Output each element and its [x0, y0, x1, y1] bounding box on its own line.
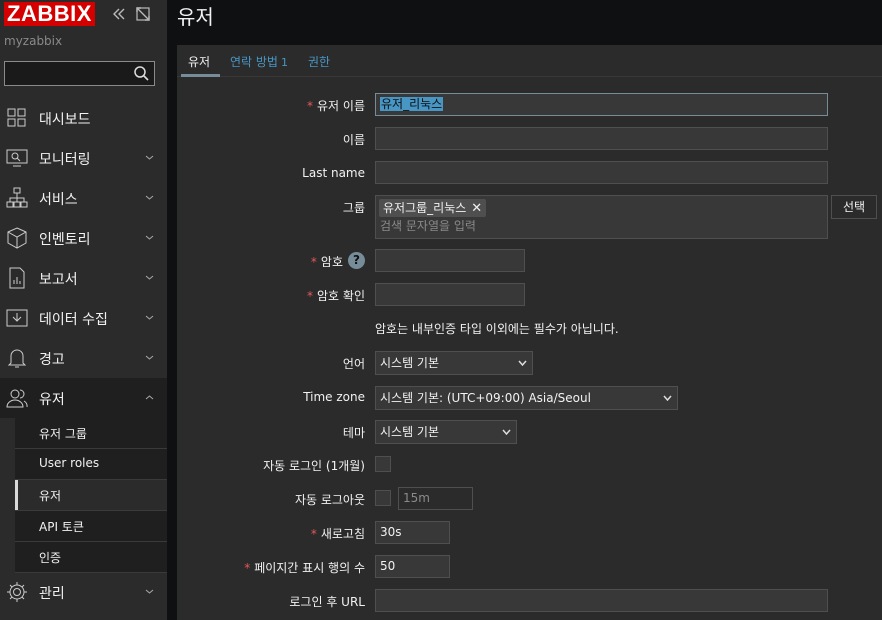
nav-label: 인벤토리	[39, 232, 91, 248]
name-label: 이름	[342, 133, 365, 147]
url-label: 로그인 후 URL	[289, 595, 365, 609]
password-input[interactable]	[375, 249, 525, 272]
theme-label: 테마	[342, 426, 365, 440]
nav-label: 보고서	[39, 272, 78, 288]
tab-user[interactable]: 유저	[188, 53, 210, 70]
submenu-user-groups[interactable]: 유저 그룹	[15, 418, 167, 449]
administration-icon	[7, 582, 27, 602]
user-form-panel: 유저 연락 방법 1 권한 * 유저 이름 유저_리눅스 이름 Last name …	[177, 45, 882, 620]
chevron-down-icon	[145, 235, 154, 240]
monitoring-icon	[6, 149, 28, 167]
groups-multiselect[interactable]: 유저그룹_리눅스 ✕ 검색 문자열을 입력	[375, 195, 828, 239]
password-label: * 암호	[310, 255, 343, 269]
nav-services[interactable]: 서비스	[0, 178, 167, 218]
nav-reports[interactable]: 보고서	[0, 258, 167, 298]
reports-icon	[9, 267, 25, 289]
chevron-down-icon	[145, 355, 154, 360]
nav-users[interactable]: 유저	[0, 378, 167, 418]
tab-permissions[interactable]: 권한	[308, 53, 330, 70]
language-select[interactable]: 시스템 기본	[375, 351, 533, 375]
chevron-down-icon	[145, 155, 154, 160]
users-submenu: 유저 그룹 User roles 유저 API 토큰 인증	[15, 418, 167, 573]
group-chip: 유저그룹_리눅스 ✕	[379, 199, 487, 217]
autologout-label: 자동 로그아웃	[294, 493, 365, 507]
lastname-input[interactable]	[375, 161, 828, 184]
language-label: 언어	[342, 357, 365, 371]
name-input[interactable]	[375, 127, 828, 150]
search-icon[interactable]	[133, 65, 150, 82]
after-login-url-input[interactable]	[375, 589, 828, 612]
chevron-down-icon	[663, 395, 672, 401]
autologin-checkbox[interactable]	[375, 456, 391, 472]
submenu-users[interactable]: 유저	[15, 480, 167, 511]
nav-label: 관리	[39, 586, 65, 602]
data-collection-icon	[6, 309, 28, 327]
collapse-sidebar-icon[interactable]	[111, 6, 127, 22]
alerts-icon	[7, 349, 27, 368]
chevron-down-icon	[145, 195, 154, 200]
nav-label: 대시보드	[39, 112, 91, 128]
server-name: myzabbix	[4, 34, 63, 48]
chevron-down-icon	[502, 429, 511, 435]
help-icon[interactable]: ?	[348, 252, 365, 269]
password-hint: 암호는 내부인증 타입 이외에는 필수가 아닙니다.	[375, 322, 619, 336]
username-label: * 유저 이름	[307, 99, 365, 113]
inventory-icon	[7, 227, 27, 249]
autologin-label: 자동 로그인 (1개월)	[263, 459, 365, 473]
rows-per-page-label: * 페이지간 표시 행의 수	[244, 561, 365, 575]
chevron-down-icon	[145, 589, 154, 594]
username-input[interactable]: 유저_리눅스	[375, 93, 828, 116]
users-icon	[6, 389, 28, 408]
timezone-label: Time zone	[303, 390, 365, 404]
autologout-input[interactable]: 15m	[398, 487, 473, 510]
select-groups-button[interactable]: 선택	[831, 195, 877, 219]
timezone-select[interactable]: 시스템 기본: (UTC+09:00) Asia/Seoul	[375, 386, 678, 410]
tab-media[interactable]: 연락 방법 1	[230, 53, 288, 70]
dashboard-icon	[7, 108, 26, 127]
zabbix-logo[interactable]: ZABBIX	[4, 2, 95, 26]
chevron-down-icon	[145, 315, 154, 320]
autologout-checkbox[interactable]	[375, 490, 391, 506]
nav-alerts[interactable]: 경고	[0, 338, 167, 378]
sidebar-search-input[interactable]	[4, 61, 155, 86]
groups-label: 그룹	[342, 201, 365, 215]
media-count-badge: 1	[280, 56, 288, 69]
chevron-down-icon	[518, 360, 527, 366]
refresh-label: * 새로고침	[310, 527, 365, 541]
active-tab-indicator	[181, 74, 220, 77]
nav-label: 서비스	[39, 192, 78, 208]
nav-label: 데이터 수집	[39, 312, 108, 328]
submenu-authentication[interactable]: 인증	[15, 542, 167, 573]
nav-data-collection[interactable]: 데이터 수집	[0, 298, 167, 338]
chevron-down-icon	[145, 275, 154, 280]
groups-search-input[interactable]: 검색 문자열을 입력	[380, 216, 476, 237]
lastname-label: Last name	[302, 166, 365, 180]
nav-label: 경고	[39, 352, 65, 368]
rows-per-page-input[interactable]: 50	[375, 555, 450, 578]
submenu-api-tokens[interactable]: API 토큰	[15, 511, 167, 542]
nav-label: 모니터링	[39, 152, 91, 168]
page-title: 유저	[177, 5, 214, 29]
sidebar: ZABBIX myzabbix 대시보드 모니터링 서비스 인벤토리 보고서 데…	[0, 0, 167, 620]
refresh-input[interactable]: 30s	[375, 521, 450, 544]
nav-monitoring[interactable]: 모니터링	[0, 138, 167, 178]
nav-inventory[interactable]: 인벤토리	[0, 218, 167, 258]
chevron-up-icon	[145, 395, 154, 400]
kiosk-mode-icon[interactable]	[135, 6, 151, 22]
nav-dashboard[interactable]: 대시보드	[0, 98, 167, 138]
submenu-user-roles[interactable]: User roles	[15, 449, 167, 480]
nav-label: 유저	[39, 392, 65, 408]
password-confirm-label: * 암호 확인	[307, 289, 365, 303]
password-confirm-input[interactable]	[375, 283, 525, 306]
nav-administration[interactable]: 관리	[0, 572, 167, 612]
form-tabs: 유저 연락 방법 1 권한	[177, 45, 882, 77]
theme-select[interactable]: 시스템 기본	[375, 420, 517, 444]
services-icon	[6, 187, 28, 208]
